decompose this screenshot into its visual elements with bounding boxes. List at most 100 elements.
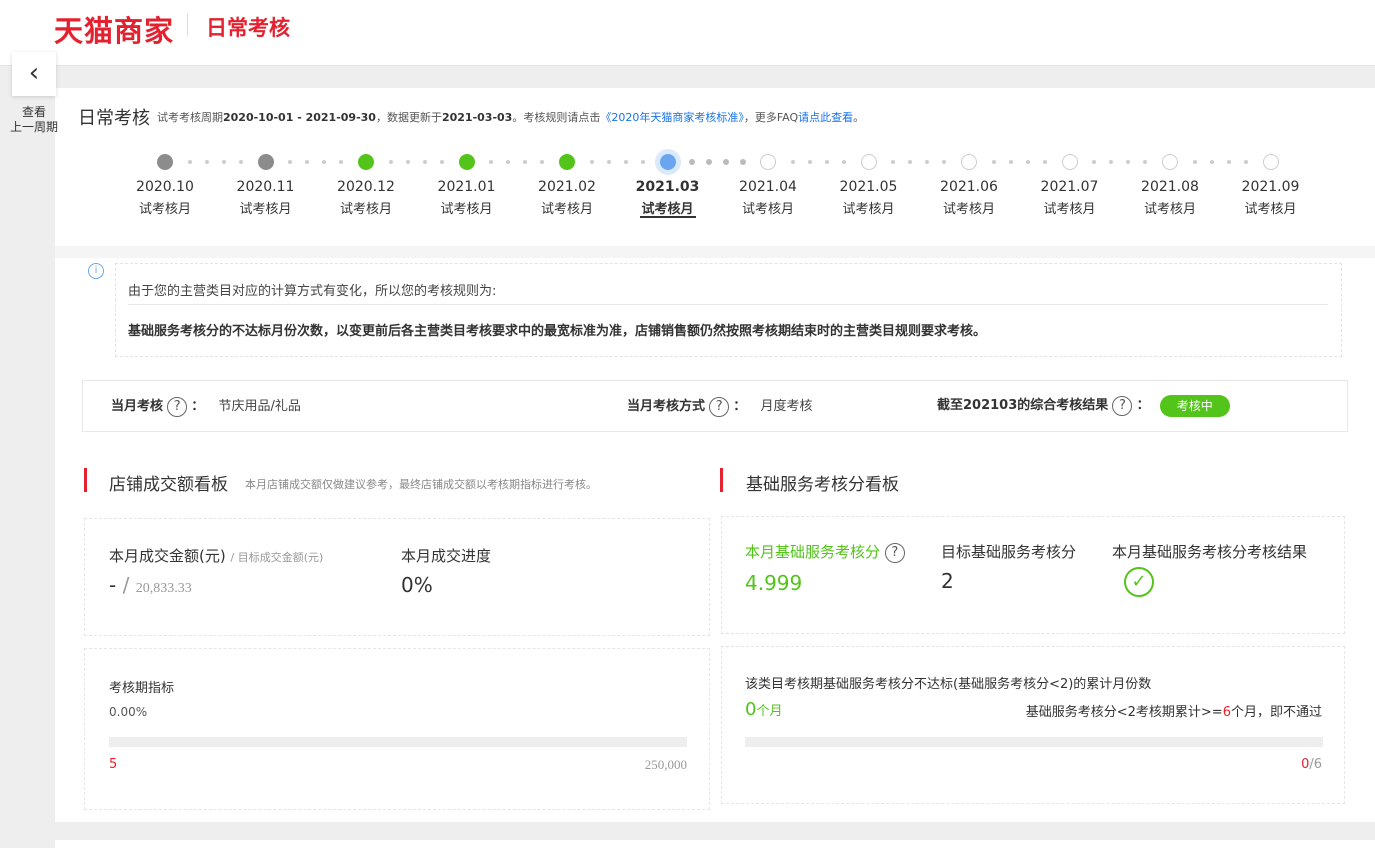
question-icon[interactable]: ? xyxy=(1112,395,1133,416)
month-tab-2021-08[interactable]: 2021.08 试考核月 xyxy=(1130,179,1210,217)
month-tab-2021-09[interactable]: 2021.09 试考核月 xyxy=(1231,179,1311,217)
timeline-connector-dot xyxy=(908,160,913,164)
month-tab-2021-03[interactable]: 2021.03 试考核月 xyxy=(628,179,708,217)
timeline-connector-dot xyxy=(807,160,812,164)
timeline-connector-dot xyxy=(489,160,494,164)
period-indicator-card: 考核期指标 0.00% 5 250,000 xyxy=(84,648,710,810)
timeline-connector-dot xyxy=(1092,160,1097,164)
timeline-connector-dot xyxy=(891,160,896,164)
period-bar-max: 250,000 xyxy=(644,757,687,772)
question-icon[interactable]: ? xyxy=(884,542,905,563)
month-type: 试考核月 xyxy=(1143,202,1196,217)
month-type: 试考核月 xyxy=(741,202,794,217)
brand-divider xyxy=(187,14,188,36)
service-result-label: 本月基础服务考核分考核结果 xyxy=(1112,543,1308,561)
sales-target-value: 20,833.33 xyxy=(135,581,192,596)
previous-period-button[interactable]: ‹ xyxy=(12,52,56,96)
service-progress-track xyxy=(745,737,1323,747)
month-label: 2021.05 xyxy=(839,179,898,195)
month-tab-2021-04[interactable]: 2021.04 试考核月 xyxy=(728,179,808,217)
current-method-value: 月度考核 xyxy=(760,399,813,414)
month-label: 2021.06 xyxy=(940,179,998,195)
timeline-divider xyxy=(55,246,1375,258)
service-score-label: 本月基础服务考核分 ? xyxy=(745,541,905,563)
sales-board-note: 本月店铺成交额仅做建议参考，最终店铺成交额以考核期指标进行考核。 xyxy=(245,478,597,491)
timeline-connector-dot xyxy=(640,160,645,164)
service-fail-rule: 基础服务考核分<2考核期累计>=6个月，即不通过 xyxy=(1026,701,1322,720)
month-dot-2021-05[interactable] xyxy=(860,154,877,170)
timeline-connector-dot xyxy=(689,159,696,165)
month-label: 2021.04 xyxy=(739,179,797,195)
service-section-accent xyxy=(720,468,723,492)
sales-amount-value: - / 20,833.33 xyxy=(109,573,192,597)
month-type: 试考核月 xyxy=(440,202,493,217)
timeline-connector-dot xyxy=(1042,160,1047,164)
question-icon[interactable]: ? xyxy=(167,396,188,417)
timeline-connector-dot xyxy=(204,160,209,164)
service-fail-number: 0 xyxy=(745,699,757,720)
period-bar-min: 5 xyxy=(109,757,118,772)
service-progress-total: /6 xyxy=(1309,757,1322,772)
question-icon[interactable]: ? xyxy=(709,396,730,417)
notice-line1: 由于您的主营类目对应的计算方式有变化，所以您的考核规则为: xyxy=(128,284,497,299)
month-type: 试考核月 xyxy=(239,202,292,217)
timeline-connector-dot xyxy=(405,160,410,164)
previous-period-label[interactable]: 查看 上一周期 xyxy=(2,105,66,135)
month-tab-2021-01[interactable]: 2021.01 试考核月 xyxy=(427,179,507,217)
timeline-connector-dot xyxy=(221,160,226,164)
timeline-connector-dot xyxy=(790,160,795,164)
timeline-connector-dot xyxy=(1243,160,1248,164)
current-method-label: 当月考核方式 xyxy=(627,399,706,414)
brand-logo[interactable]: 天猫商家 xyxy=(54,8,174,50)
month-type: 试考核月 xyxy=(1244,202,1297,217)
month-dot-2021-02[interactable] xyxy=(559,154,575,170)
month-dot-2021-07[interactable] xyxy=(1061,154,1078,170)
month-dot-2021-06[interactable] xyxy=(961,154,977,170)
month-dot-2021-04[interactable] xyxy=(760,154,776,170)
page-heading: 日常考核 xyxy=(206,16,290,40)
sales-target-title: / 目标成交金额(元) xyxy=(230,551,324,564)
current-category-value: 节庆用品/礼品 xyxy=(218,399,301,414)
period-indicator-label: 考核期指标 xyxy=(109,681,175,696)
timeline-connector-dot xyxy=(723,159,730,165)
month-dot-2021-03[interactable] xyxy=(659,154,676,170)
service-fail-count: 0个月 xyxy=(745,699,782,720)
month-tab-2021-07[interactable]: 2021.07 试考核月 xyxy=(1030,179,1110,217)
month-type: 试考核月 xyxy=(942,202,995,217)
next-panel-edge xyxy=(55,840,1375,848)
month-label: 2021.09 xyxy=(1241,179,1300,195)
month-dot-2021-09[interactable] xyxy=(1262,154,1279,170)
service-board-title: 基础服务考核分看板 xyxy=(746,475,899,495)
overall-result-label: 截至202103的综合考核结果 xyxy=(937,398,1109,413)
period-progress-track xyxy=(109,737,687,747)
month-type: 试考核月 xyxy=(540,202,593,217)
month-tab-2020-12[interactable]: 2020.12 试考核月 xyxy=(326,179,406,217)
month-tab-2021-05[interactable]: 2021.05 试考核月 xyxy=(829,179,909,217)
month-dot-2020-11[interactable] xyxy=(257,154,274,170)
month-label: 2020.11 xyxy=(236,179,295,195)
timeline-connector-dot xyxy=(1109,160,1114,164)
month-tab-2021-02[interactable]: 2021.02 试考核月 xyxy=(527,179,607,217)
timeline-connector-dot xyxy=(1008,160,1013,164)
sales-board-title: 店铺成交额看板 xyxy=(109,475,228,495)
sales-amount-title: 本月成交金额(元) xyxy=(109,547,226,565)
service-score-value: 4.999 xyxy=(745,571,803,595)
month-type: 试考核月 xyxy=(842,202,895,217)
overall-result: 截至202103的综合考核结果 ? ： 考核中 xyxy=(937,394,1230,417)
month-dot-2020-10[interactable] xyxy=(157,154,173,170)
rule-notice: 由于您的主营类目对应的计算方式有变化，所以您的考核规则为: 基础服务考核分的不达… xyxy=(115,263,1342,357)
timeline-connector-dot xyxy=(589,160,594,164)
month-dot-2020-12[interactable] xyxy=(358,154,374,170)
month-label: 2020.12 xyxy=(337,179,395,195)
month-tab-2020-10[interactable]: 2020.10 试考核月 xyxy=(125,179,205,217)
timeline-connector-dot xyxy=(439,160,444,164)
month-label: 2021.01 xyxy=(437,179,496,195)
month-tab-2020-11[interactable]: 2020.11 试考核月 xyxy=(226,179,306,217)
service-score-title: 本月基础服务考核分 xyxy=(745,543,881,561)
timeline-connector-dot xyxy=(606,160,611,164)
month-timeline: 2020.10 试考核月 2020.11 试考核月 2020.12 试考核月 2021.01… xyxy=(55,88,1375,248)
month-tab-2021-06[interactable]: 2021.06 试考核月 xyxy=(929,179,1009,217)
month-dot-2021-01[interactable] xyxy=(458,154,475,170)
month-dot-2021-08[interactable] xyxy=(1162,154,1178,170)
service-rule-suffix: 个月，即不通过 xyxy=(1230,705,1322,720)
